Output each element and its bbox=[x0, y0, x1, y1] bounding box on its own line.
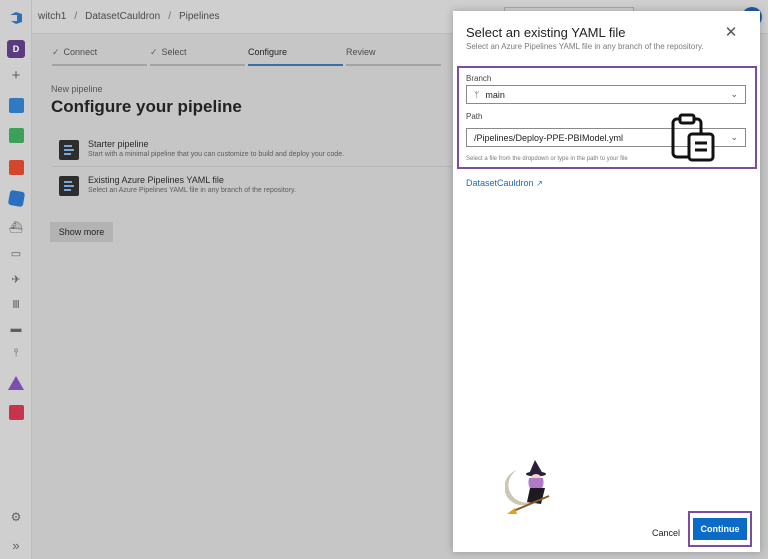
breadcrumb-org[interactable]: witch1 bbox=[38, 11, 66, 22]
path-value: /Pipelines/Deploy-PPE-PBIModel.yml bbox=[474, 132, 624, 143]
wizard-stepper: ✓ Connect ✓ Select Configure Review bbox=[52, 44, 444, 66]
step-connect[interactable]: ✓ Connect bbox=[52, 44, 147, 66]
panel-title: Select an existing YAML file bbox=[466, 25, 626, 40]
divider bbox=[52, 166, 472, 167]
add-icon[interactable]: + bbox=[7, 66, 25, 84]
option-title: Existing Azure Pipelines YAML file bbox=[88, 175, 224, 185]
branch-label: Branch bbox=[466, 74, 492, 83]
page-subtitle: New pipeline bbox=[51, 84, 103, 94]
checkmark-icon: ✓ bbox=[52, 47, 60, 57]
azure-devops-logo-icon[interactable] bbox=[7, 9, 25, 27]
external-link-icon: ↗ bbox=[536, 179, 543, 188]
close-icon[interactable]: ✕ bbox=[724, 25, 738, 41]
step-label: Connect bbox=[63, 47, 98, 57]
continue-button[interactable]: Continue bbox=[693, 518, 747, 540]
checkmark-icon: ✓ bbox=[150, 47, 158, 57]
cancel-button[interactable]: Cancel bbox=[643, 523, 689, 543]
step-review[interactable]: Review bbox=[346, 44, 441, 66]
repo-link-text: DatasetCauldron bbox=[466, 178, 534, 188]
yaml-file-icon bbox=[59, 176, 79, 196]
option-title: Starter pipeline bbox=[88, 139, 149, 149]
path-label: Path bbox=[466, 112, 483, 121]
overview-icon[interactable] bbox=[7, 96, 25, 114]
clipboard-paste-icon[interactable] bbox=[667, 112, 719, 169]
project-avatar[interactable]: D bbox=[7, 40, 25, 58]
environments-icon[interactable]: ▭ bbox=[7, 244, 25, 262]
witch-mascot-image bbox=[504, 458, 557, 521]
deployment-groups-icon[interactable]: ⫯ bbox=[7, 344, 25, 362]
yaml-file-icon bbox=[59, 140, 79, 160]
option-description: Select an Azure Pipelines YAML file in a… bbox=[88, 187, 296, 194]
left-nav-rail: D + ⛴ ▭ ✈ Ⅲ ▬ ⫯ ⚙ » bbox=[0, 0, 32, 559]
step-configure[interactable]: Configure bbox=[248, 44, 343, 66]
step-label: Select bbox=[161, 47, 187, 57]
breadcrumb-separator: / bbox=[168, 11, 171, 22]
branch-icon: ᛘ bbox=[474, 89, 480, 100]
expand-chevrons-icon[interactable]: » bbox=[7, 536, 25, 554]
option-starter-pipeline[interactable]: Starter pipeline Start with a minimal pi… bbox=[52, 136, 472, 166]
step-label: Review bbox=[346, 47, 376, 57]
option-description: Start with a minimal pipeline that you c… bbox=[88, 151, 345, 158]
show-more-button[interactable]: Show more bbox=[50, 222, 113, 242]
test-plans-icon[interactable] bbox=[7, 374, 25, 392]
continue-highlight-box: Continue bbox=[688, 511, 752, 547]
step-label: Configure bbox=[248, 47, 288, 57]
breadcrumb-section[interactable]: Pipelines bbox=[179, 11, 220, 22]
breadcrumb-separator: / bbox=[74, 11, 78, 22]
branch-dropdown[interactable]: ᛘ main ⌄ bbox=[466, 85, 746, 104]
chevron-down-icon: ⌄ bbox=[730, 132, 738, 142]
step-select[interactable]: ✓ Select bbox=[150, 44, 245, 66]
panel-description: Select an Azure Pipelines YAML file in a… bbox=[466, 42, 704, 51]
releases-icon[interactable]: ✈ bbox=[7, 270, 25, 288]
boards-icon[interactable] bbox=[7, 126, 25, 144]
library-icon[interactable]: Ⅲ bbox=[7, 295, 25, 313]
option-existing-yaml[interactable]: Existing Azure Pipelines YAML file Selec… bbox=[52, 172, 472, 202]
select-yaml-panel: Select an existing YAML file Select an A… bbox=[453, 11, 760, 552]
breadcrumb: witch1 / DatasetCauldron / Pipelines bbox=[38, 11, 220, 22]
build-icon[interactable]: ⛴ bbox=[7, 218, 25, 236]
path-hint: Select a file from the dropdown or type … bbox=[466, 156, 628, 162]
page-title: Configure your pipeline bbox=[51, 97, 242, 116]
repos-icon[interactable] bbox=[7, 158, 25, 176]
artifacts-icon[interactable] bbox=[7, 403, 25, 421]
breadcrumb-project[interactable]: DatasetCauldron bbox=[85, 11, 160, 22]
pipelines-icon[interactable] bbox=[7, 189, 25, 207]
settings-gear-icon[interactable]: ⚙ bbox=[7, 508, 25, 526]
task-groups-icon[interactable]: ▬ bbox=[7, 320, 25, 338]
branch-value: main bbox=[485, 89, 505, 100]
repository-link[interactable]: DatasetCauldron ↗ bbox=[466, 178, 543, 188]
chevron-down-icon: ⌄ bbox=[730, 89, 738, 99]
